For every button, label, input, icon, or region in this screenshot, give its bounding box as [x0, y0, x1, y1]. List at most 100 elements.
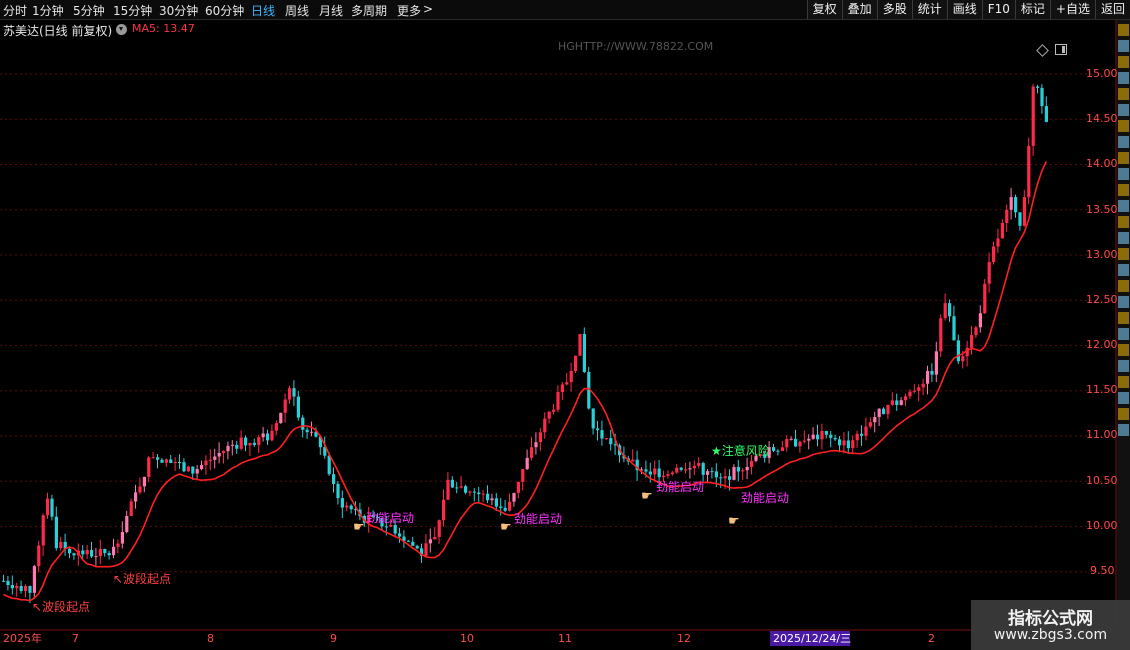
multi-stock-button[interactable]: 多股 [876, 0, 912, 19]
watermark: HGHTTP://WWW.78822.COM [558, 40, 714, 53]
candle-body [851, 440, 855, 449]
candle-body [992, 246, 996, 263]
strip-mark [1118, 120, 1129, 132]
candle-body [574, 355, 578, 371]
candle-body [248, 442, 252, 446]
candle-body [860, 433, 864, 436]
candle-body [978, 313, 982, 328]
candle-body [481, 493, 485, 495]
panel-toggle-icon[interactable] [1055, 44, 1067, 55]
price-tick: 13.00 [1086, 248, 1118, 261]
candle-body [776, 450, 780, 452]
candle-body [279, 412, 283, 424]
chevron-right-icon[interactable]: > [423, 2, 433, 16]
candle-body [41, 515, 45, 546]
candle-body [723, 476, 727, 479]
candle-body [54, 516, 58, 549]
candle-body [283, 399, 287, 413]
candle-body [868, 422, 872, 427]
candle-body [310, 431, 314, 433]
strip-mark [1118, 280, 1129, 292]
candle-body [578, 334, 582, 356]
signal-wave-start: ↖波段起点 [32, 599, 90, 614]
candle-body [10, 585, 14, 589]
candle-body [1044, 106, 1048, 122]
back-button[interactable]: 返回 [1094, 0, 1130, 19]
price-tick: 15.00 [1086, 67, 1118, 80]
candle-body [530, 447, 534, 458]
candle-body [961, 356, 965, 362]
candle-body [120, 532, 124, 544]
chart-info-bar: 苏美达(日线 前复权) MA5: 13.47 [0, 20, 1116, 57]
add-watchlist-button[interactable]: +自选 [1049, 0, 1095, 19]
period-tab-intraday[interactable]: 分时 [3, 2, 27, 19]
candle-body [459, 486, 463, 488]
candle-body [266, 433, 270, 441]
candle-body [349, 505, 353, 510]
statistics-button[interactable]: 统计 [911, 0, 947, 19]
candle-body [838, 439, 842, 446]
period-tab-1min[interactable]: 1分钟 [32, 2, 64, 19]
price-tick: 10.00 [1086, 519, 1118, 532]
strip-mark [1118, 184, 1129, 196]
date-label: 11 [558, 632, 572, 645]
candle-body [186, 466, 190, 472]
candle-body [688, 468, 692, 470]
candle-body [794, 438, 798, 447]
candle-body [327, 455, 331, 475]
dropdown-circle-icon[interactable] [116, 24, 127, 35]
candle-body [1000, 222, 1004, 239]
candle-body [736, 467, 740, 472]
strip-mark [1118, 296, 1129, 308]
period-tab-30min[interactable]: 30分钟 [159, 2, 198, 19]
candle-body [156, 457, 160, 460]
candle-body [943, 303, 947, 319]
candle-body [714, 471, 718, 478]
f10-button[interactable]: F10 [981, 0, 1015, 19]
candle-body [138, 486, 142, 493]
candle-body [996, 238, 1000, 247]
candle-body [270, 430, 274, 441]
candle-body [1009, 197, 1013, 210]
candle-body [824, 431, 828, 435]
period-tab-15min[interactable]: 15分钟 [113, 2, 152, 19]
signal-momentum-start: 劲能启动 [741, 491, 789, 505]
candle-body [772, 447, 776, 451]
strip-mark [1118, 152, 1129, 164]
candle-body [679, 467, 683, 470]
period-tab-more[interactable]: 更多 [397, 2, 421, 19]
candle-body [336, 483, 340, 499]
kline-chart[interactable]: 15.00 14.50 14.00 13.50 13.00 12.50 12.0… [0, 0, 1130, 650]
candle-body [296, 396, 300, 418]
candle-body [72, 553, 76, 556]
candle-body [169, 459, 173, 464]
candle-body [741, 470, 745, 472]
candle-body [930, 370, 934, 375]
candle-body [974, 327, 978, 336]
period-tab-weekly[interactable]: 周线 [285, 2, 309, 19]
candle-body [921, 383, 925, 388]
strip-mark [1118, 40, 1129, 52]
mark-button[interactable]: 标记 [1014, 0, 1050, 19]
candle-body [552, 409, 556, 412]
candle-body [706, 471, 710, 475]
adjust-button[interactable]: 复权 [806, 0, 842, 19]
period-tab-daily[interactable]: 日线 [251, 2, 275, 19]
candle-body [468, 491, 472, 493]
period-tab-multi[interactable]: 多周期 [351, 2, 387, 19]
candle-body [750, 460, 754, 467]
candle-body [719, 477, 723, 479]
period-tab-60min[interactable]: 60分钟 [205, 2, 244, 19]
candle-body [239, 437, 243, 449]
candle-body [882, 408, 886, 415]
candle-body [200, 465, 204, 470]
candle-body [116, 543, 120, 547]
draw-line-button[interactable]: 画线 [946, 0, 982, 19]
period-tab-monthly[interactable]: 月线 [319, 2, 343, 19]
candle-body [486, 493, 490, 501]
period-tab-5min[interactable]: 5分钟 [73, 2, 105, 19]
candle-body [556, 392, 560, 410]
overlay-button[interactable]: 叠加 [841, 0, 877, 19]
strip-mark [1118, 200, 1129, 212]
candle-body [846, 440, 850, 449]
